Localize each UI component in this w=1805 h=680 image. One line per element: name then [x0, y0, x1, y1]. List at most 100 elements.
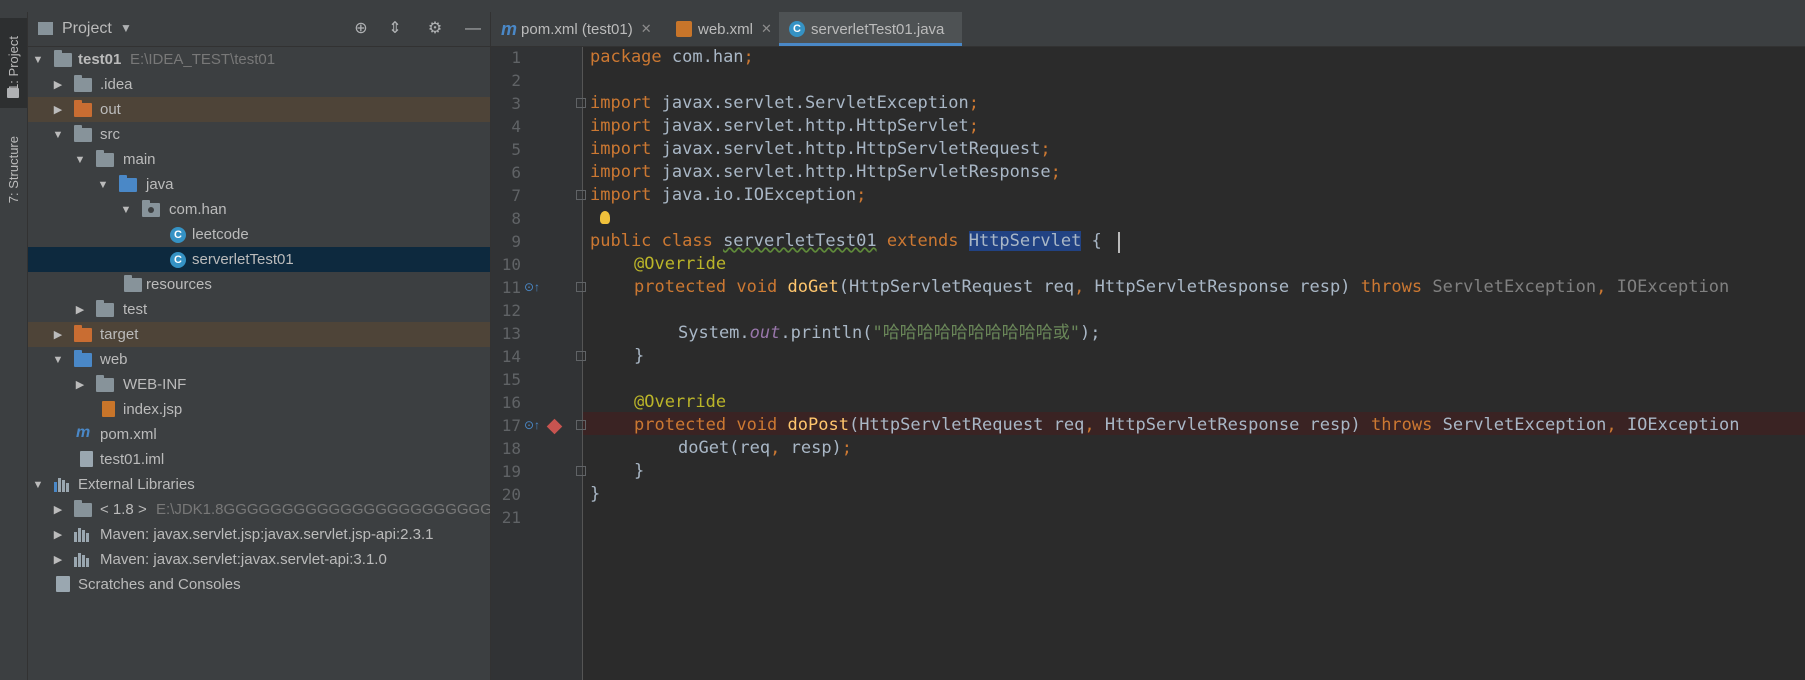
expand-arrow-icon[interactable]: ▼: [52, 129, 64, 141]
expand-arrow-icon[interactable]: ▼: [32, 54, 44, 66]
code-line-11: protected void doGet(HttpServletRequest …: [634, 277, 1730, 297]
code-line-19: }: [634, 461, 645, 481]
code-line-17: protected void doPost(HttpServletRequest…: [634, 415, 1740, 435]
tree-item-out[interactable]: ▶ out: [28, 97, 490, 122]
folder-icon: [7, 88, 19, 98]
line-number: 2: [511, 71, 521, 90]
tree-item-java[interactable]: ▼ java: [28, 172, 490, 197]
tree-item-jdk[interactable]: ▶ < 1.8 > E:\JDK1.8GGGGGGGGGGGGGGGGGGGGG…: [28, 497, 490, 522]
line-number: 1: [511, 48, 521, 67]
tree-item-pom-xml[interactable]: m pom.xml: [28, 422, 490, 447]
expand-arrow-icon[interactable]: ▼: [52, 354, 64, 366]
lightbulb-icon[interactable]: [600, 211, 610, 224]
tree-item-test01-iml[interactable]: test01.iml: [28, 447, 490, 472]
tree-item-com-han[interactable]: ▼ com.han: [28, 197, 490, 222]
tree-label: test01: [78, 51, 122, 68]
collapse-arrow-icon[interactable]: ▶: [74, 378, 86, 391]
tab-label: web.xml: [698, 20, 754, 38]
folder-icon: [96, 150, 114, 167]
line-number: 9: [511, 232, 521, 251]
chevron-down-icon[interactable]: ▼: [120, 21, 132, 35]
line-number: 18: [501, 439, 521, 458]
fold-icon[interactable]: [576, 351, 586, 361]
line-number: 3: [511, 94, 521, 113]
tree-item-test[interactable]: ▶ test: [28, 297, 490, 322]
line-number: 12: [501, 301, 521, 320]
tree-item-maven-jsp-api[interactable]: ▶ Maven: javax.servlet.jsp:javax.servlet…: [28, 522, 490, 547]
fold-icon[interactable]: [576, 98, 586, 108]
expand-arrow-icon[interactable]: ▼: [32, 479, 44, 491]
code-line-14: }: [634, 346, 645, 366]
module-path: E:\IDEA_TEST\test01: [130, 51, 276, 68]
library-icon: [74, 553, 90, 567]
locate-icon[interactable]: ⊕: [352, 20, 370, 38]
expand-arrow-icon[interactable]: ▼: [97, 179, 109, 191]
tree-label: Scratches and Consoles: [78, 576, 241, 593]
resources-folder-icon: [124, 275, 142, 292]
class-icon: C: [789, 21, 805, 37]
tree-item-main[interactable]: ▼ main: [28, 147, 490, 172]
close-icon[interactable]: ✕: [761, 21, 772, 37]
collapse-arrow-icon[interactable]: ▶: [52, 553, 64, 566]
collapse-arrow-icon[interactable]: ▶: [52, 78, 64, 91]
maven-icon: m: [501, 18, 518, 39]
tree-item-target[interactable]: ▶ target: [28, 322, 490, 347]
project-view-icon: [38, 22, 53, 35]
tree-item-web[interactable]: ▼ web: [28, 347, 490, 372]
tab-label: pom.xml (test01): [521, 20, 633, 38]
tree-item-test01[interactable]: ▼ test01 E:\IDEA_TEST\test01: [28, 47, 490, 72]
tree-item-idea[interactable]: ▶ .idea: [28, 72, 490, 97]
line-number: 13: [501, 324, 521, 343]
project-panel-header: Project ▼ ⊕ ⇕ ⚙ —: [28, 12, 490, 47]
override-icon[interactable]: ⊙↑: [524, 418, 540, 432]
editor-tab-bar: m pom.xml (test01) ✕ web.xml ✕ C serverl…: [491, 12, 1805, 47]
close-icon[interactable]: ✕: [641, 21, 652, 37]
tree-label: index.jsp: [123, 401, 183, 418]
tree-label: pom.xml: [100, 426, 157, 443]
folder-icon: [74, 75, 92, 92]
tree-item-src[interactable]: ▼ src: [28, 122, 490, 147]
tab-structure-toolwindow[interactable]: 7: Structure: [0, 130, 27, 210]
tab-structure-label: 7: Structure: [6, 136, 21, 204]
tree-label: main: [123, 151, 156, 168]
tree-label: < 1.8 >: [100, 501, 147, 518]
collapse-arrow-icon[interactable]: ▶: [52, 328, 64, 341]
line-number: 20: [501, 485, 521, 504]
collapse-all-icon[interactable]: ⇕: [386, 20, 404, 38]
class-icon: C: [170, 227, 186, 243]
line-number: 11: [501, 278, 521, 297]
package-icon: [142, 200, 160, 217]
tree-item-maven-servlet-api[interactable]: ▶ Maven: javax.servlet:javax.servlet-api…: [28, 547, 490, 572]
project-view-dropdown[interactable]: Project: [62, 20, 112, 38]
expand-arrow-icon[interactable]: ▼: [74, 154, 86, 166]
tab-serverlettest01-java[interactable]: C serverletTest01.java: [779, 12, 962, 46]
tree-item-index-jsp[interactable]: index.jsp: [28, 397, 490, 422]
fold-icon[interactable]: [576, 282, 586, 292]
tree-item-web-inf[interactable]: ▶ WEB-INF: [28, 372, 490, 397]
tree-label: Maven: javax.servlet.jsp:javax.servlet.j…: [100, 526, 434, 543]
minimize-icon[interactable]: —: [464, 20, 482, 38]
maven-icon: m: [76, 424, 91, 441]
tree-label: WEB-INF: [123, 376, 187, 393]
collapse-arrow-icon[interactable]: ▶: [52, 528, 64, 541]
gear-icon[interactable]: ⚙: [426, 20, 444, 38]
tree-item-resources[interactable]: resources: [28, 272, 490, 297]
library-icon: [54, 478, 70, 492]
collapse-arrow-icon[interactable]: ▶: [52, 103, 64, 116]
line-number: 8: [511, 209, 521, 228]
tree-item-external-libraries[interactable]: ▼ External Libraries: [28, 472, 490, 497]
tree-item-serverlettest01[interactable]: C serverletTest01: [28, 247, 490, 272]
tree-item-leetcode[interactable]: C leetcode: [28, 222, 490, 247]
override-icon[interactable]: ⊙↑: [524, 280, 540, 294]
tool-window-strip: 1: Project 7: Structure: [0, 12, 28, 680]
tab-web-xml[interactable]: web.xml ✕: [666, 12, 774, 46]
tab-pom-xml[interactable]: m pom.xml (test01) ✕: [491, 12, 661, 46]
fold-icon[interactable]: [576, 190, 586, 200]
tree-item-scratches[interactable]: Scratches and Consoles: [28, 572, 490, 597]
fold-icon[interactable]: [576, 466, 586, 476]
expand-arrow-icon[interactable]: ▼: [120, 204, 132, 216]
fold-icon[interactable]: [576, 420, 586, 430]
tab-label: serverletTest01.java: [811, 20, 945, 38]
collapse-arrow-icon[interactable]: ▶: [52, 503, 64, 516]
collapse-arrow-icon[interactable]: ▶: [74, 303, 86, 316]
